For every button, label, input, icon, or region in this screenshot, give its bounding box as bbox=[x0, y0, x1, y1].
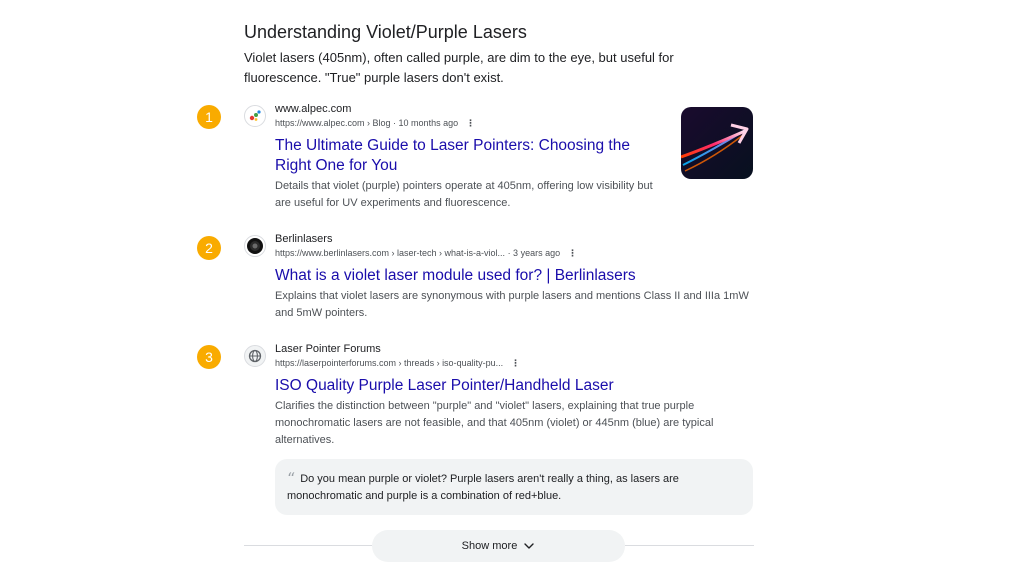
result-number-badge: 3 bbox=[197, 345, 221, 369]
snippet-line: and 5mW pointers. bbox=[275, 307, 368, 319]
site-url[interactable]: https://www.alpec.com › Blog · 10 months… bbox=[275, 118, 458, 128]
snippet-line: Details that violet (purple) pointers op… bbox=[275, 180, 653, 192]
site-name[interactable]: www.alpec.com bbox=[275, 103, 351, 115]
result-title-link[interactable]: ISO Quality Purple Laser Pointer/Handhel… bbox=[275, 376, 614, 396]
more-options-icon[interactable]: ⋮ bbox=[511, 358, 520, 369]
result-snippet: Clarifies the distinction between "purpl… bbox=[275, 398, 713, 449]
lens-icon bbox=[244, 235, 266, 257]
result-thumbnail[interactable] bbox=[681, 107, 753, 179]
result-number-badge: 2 bbox=[197, 236, 221, 260]
result-snippet: Explains that violet lasers are synonymo… bbox=[275, 288, 749, 322]
quote-icon: “ bbox=[287, 469, 296, 488]
site-name[interactable]: Berlinlasers bbox=[275, 233, 332, 245]
chevron-down-icon bbox=[524, 543, 535, 549]
divider bbox=[625, 545, 754, 546]
site-url-row: https://laserpointerforums.com › threads… bbox=[275, 358, 520, 369]
snippet-line: Explains that violet lasers are synonymo… bbox=[275, 290, 749, 302]
snippet-line: monochromatic lasers are not feasible, a… bbox=[275, 417, 714, 429]
site-name[interactable]: Laser Pointer Forums bbox=[275, 343, 381, 355]
result-title-link[interactable]: What is a violet laser module used for? … bbox=[275, 266, 636, 286]
result-title-link[interactable]: The Ultimate Guide to Laser Pointers: Ch… bbox=[275, 136, 630, 176]
site-url-row: https://www.alpec.com › Blog · 10 months… bbox=[275, 118, 475, 129]
quote-line: monochromatic and purple is a combinatio… bbox=[287, 490, 562, 502]
more-options-icon[interactable]: ⋮ bbox=[568, 248, 577, 259]
overview-heading: Understanding Violet/Purple Lasers bbox=[244, 22, 527, 42]
site-url-row: https://www.berlinlasers.com › laser-tec… bbox=[275, 248, 577, 259]
globe-icon bbox=[244, 345, 266, 367]
snippet-line: alternatives. bbox=[275, 434, 335, 446]
result-snippet: Details that violet (purple) pointers op… bbox=[275, 178, 653, 212]
forum-quote: “ Do you mean purple or violet? Purple la… bbox=[275, 459, 753, 515]
divider bbox=[244, 545, 372, 546]
search-results-page: Understanding Violet/Purple Lasers Viole… bbox=[0, 0, 1024, 576]
result-number-badge: 1 bbox=[197, 105, 221, 129]
quote-line: Do you mean purple or violet? Purple las… bbox=[300, 473, 679, 485]
snippet-line: are useful for UV experiments and fluore… bbox=[275, 197, 511, 209]
result-title-line: Right One for You bbox=[275, 157, 398, 174]
show-more-label: Show more bbox=[461, 540, 518, 552]
site-url[interactable]: https://laserpointerforums.com › threads… bbox=[275, 358, 503, 368]
result-title-line: The Ultimate Guide to Laser Pointers: Ch… bbox=[275, 137, 630, 154]
site-url[interactable]: https://www.berlinlasers.com › laser-tec… bbox=[275, 248, 560, 258]
snippet-line: Clarifies the distinction between "purpl… bbox=[275, 400, 695, 412]
alpec-dots-icon bbox=[244, 105, 266, 127]
overview-summary: Violet lasers (405nm), often called purp… bbox=[244, 50, 674, 85]
more-options-icon[interactable]: ⋮ bbox=[466, 118, 475, 129]
show-more-button[interactable]: Show more bbox=[372, 530, 625, 562]
